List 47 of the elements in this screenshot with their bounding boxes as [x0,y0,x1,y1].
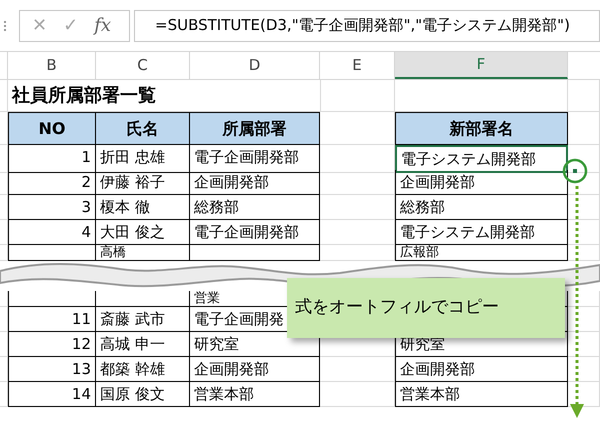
header-cell: 所属部署 [190,112,320,145]
table-cell: 1 [8,145,96,173]
table-cell: 国原 俊文 [96,382,190,407]
table-cell: 14 [8,382,96,407]
table-cell: 広報部 [395,245,568,261]
header-cell: 氏名 [96,112,190,145]
table-cell: 2 [8,170,96,195]
table-cell: 斎藤 武市 [96,307,190,332]
table-cell: 企画開発部 [190,357,320,382]
table-cell: 企画開発部 [395,170,568,195]
column-header[interactable]: F [395,52,568,79]
table-cell: 営業本部 [190,382,320,407]
grip-icon [4,20,7,30]
grid-cell [568,357,600,382]
table-cell: 4 [8,220,96,245]
header-cell: 新部署名 [395,112,568,145]
insert-function-button[interactable]: fx [94,12,112,39]
callout-box: 式をオートフィルでコピー [287,278,565,338]
table-cell: 営業本部 [395,382,568,407]
table-cell: 企画開発部 [190,170,320,195]
table-cell: 折田 忠雄 [96,145,190,173]
grid-cell [568,245,600,261]
table-cell: 13 [8,357,96,382]
grid-cell [568,332,600,357]
table-cell: 榎本 徹 [96,195,190,220]
formula-field[interactable]: =SUBSTITUTE(D3,"電子企画開発部","電子システム開発部") [134,10,600,42]
table-cell: 企画開発部 [395,357,568,382]
grid-cell [568,220,600,245]
grid-cell [568,112,600,145]
grid-cell [568,195,600,220]
table-cell: 12 [8,332,96,357]
table-cell: 電子企画開発部 [190,145,320,173]
table-cell: 3 [8,195,96,220]
table-cell: 伊藤 裕子 [96,170,190,195]
table-cell: 総務部 [190,195,320,220]
table-cell: 高城 申一 [96,332,190,357]
table-cell: 都築 幹雄 [96,357,190,382]
header-cell: NO [8,112,96,145]
grid-cell [568,307,600,332]
table-cell: 総務部 [395,195,568,220]
table-cell: 大田 俊之 [96,220,190,245]
table-cell: 高橋 [96,245,190,261]
table-cell: 電子システム開発部 [395,220,568,245]
table-cell: 電子システム開発部 [395,145,568,173]
table-cell: 11 [8,307,96,332]
grid-cell [568,291,600,307]
table-cell: 電子企画開発部 [190,220,320,245]
